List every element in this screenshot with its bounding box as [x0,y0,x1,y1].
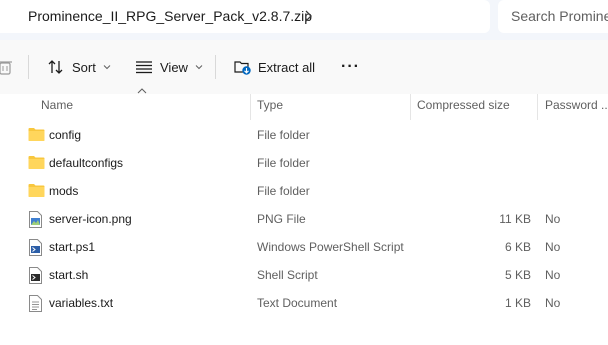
list-item[interactable]: config File folder [0,121,608,149]
sort-icon [48,60,63,74]
sort-button[interactable]: Sort [47,52,111,82]
more-icon: ··· [341,58,360,75]
sort-ascending-icon [137,88,147,94]
file-list: Name Type Compressed size Password ... c… [0,88,608,345]
breadcrumb-item[interactable]: Prominence_II_RPG_Server_Pack_v2.8.7.zip [28,8,312,24]
folder-icon [28,183,45,203]
folder-icon [28,127,45,147]
sort-label: Sort [72,59,96,75]
text-file-icon [28,295,43,317]
folder-icon [28,155,45,175]
delete-button[interactable] [0,52,14,82]
password-protected: No [545,212,561,226]
file-size: 6 KB [504,240,531,254]
extract-all-button[interactable]: Extract all [233,52,315,82]
file-size: 5 KB [504,268,531,282]
powershell-file-icon [28,239,43,261]
address-bar[interactable]: Prominence_II_RPG_Server_Pack_v2.8.7.zip [0,0,490,33]
list-item[interactable]: server-icon.png PNG File 11 KB No [0,205,608,233]
file-type: Windows PowerShell Script [257,240,404,254]
column-header-type[interactable]: Type [257,98,283,112]
password-protected: No [545,240,561,254]
list-item[interactable]: start.ps1 Windows PowerShell Script 6 KB… [0,233,608,261]
list-item[interactable]: start.sh Shell Script 5 KB No [0,261,608,289]
toolbar-divider [28,55,29,79]
file-type: PNG File [257,212,306,226]
file-name: start.sh [49,268,89,282]
extract-all-label: Extract all [258,59,316,75]
view-button[interactable]: View [135,52,203,82]
command-bar: Sort View Extract all ··· [0,40,608,94]
search-input[interactable]: Search Prominence_II_RPG_Server_Pack_v2.… [498,0,608,33]
column-divider[interactable] [537,94,538,120]
password-protected: No [545,268,561,282]
file-size: 11 KB [499,212,531,226]
chevron-right-icon[interactable] [300,7,316,25]
trash-icon [0,61,12,75]
file-name: defaultconfigs [49,156,124,170]
file-size: 1 KB [504,296,531,310]
file-type: File folder [257,156,310,170]
column-header-compressed-size[interactable]: Compressed size [417,98,510,112]
image-file-icon [28,211,43,233]
file-name: variables.txt [49,296,114,310]
column-header-name[interactable]: Name [41,98,73,112]
list-item[interactable]: defaultconfigs File folder [0,149,608,177]
file-type: Text Document [257,296,338,310]
list-item[interactable]: variables.txt Text Document 1 KB No [0,289,608,317]
view-list-icon [136,61,152,74]
chevron-down-icon [195,65,203,70]
chevron-down-icon [103,65,111,70]
list-item[interactable]: mods File folder [0,177,608,205]
search-placeholder: Search Prominence_II_RPG_Server_Pack_v2.… [511,8,608,24]
column-header-password[interactable]: Password ... [545,98,608,112]
password-protected: No [545,296,561,310]
toolbar-divider [215,55,216,79]
extract-icon [234,61,251,75]
view-label: View [160,59,188,75]
file-type: File folder [257,128,310,142]
file-name: start.ps1 [49,240,96,254]
file-name: mods [49,184,79,198]
address-row: Prominence_II_RPG_Server_Pack_v2.8.7.zip… [0,0,608,40]
file-type: File folder [257,184,310,198]
column-divider[interactable] [250,94,251,120]
file-name: config [49,128,82,142]
file-name: server-icon.png [49,212,132,226]
column-divider[interactable] [410,94,411,120]
file-type: Shell Script [257,268,318,282]
script-file-icon [28,267,43,289]
more-options-button[interactable]: ··· [341,52,360,82]
